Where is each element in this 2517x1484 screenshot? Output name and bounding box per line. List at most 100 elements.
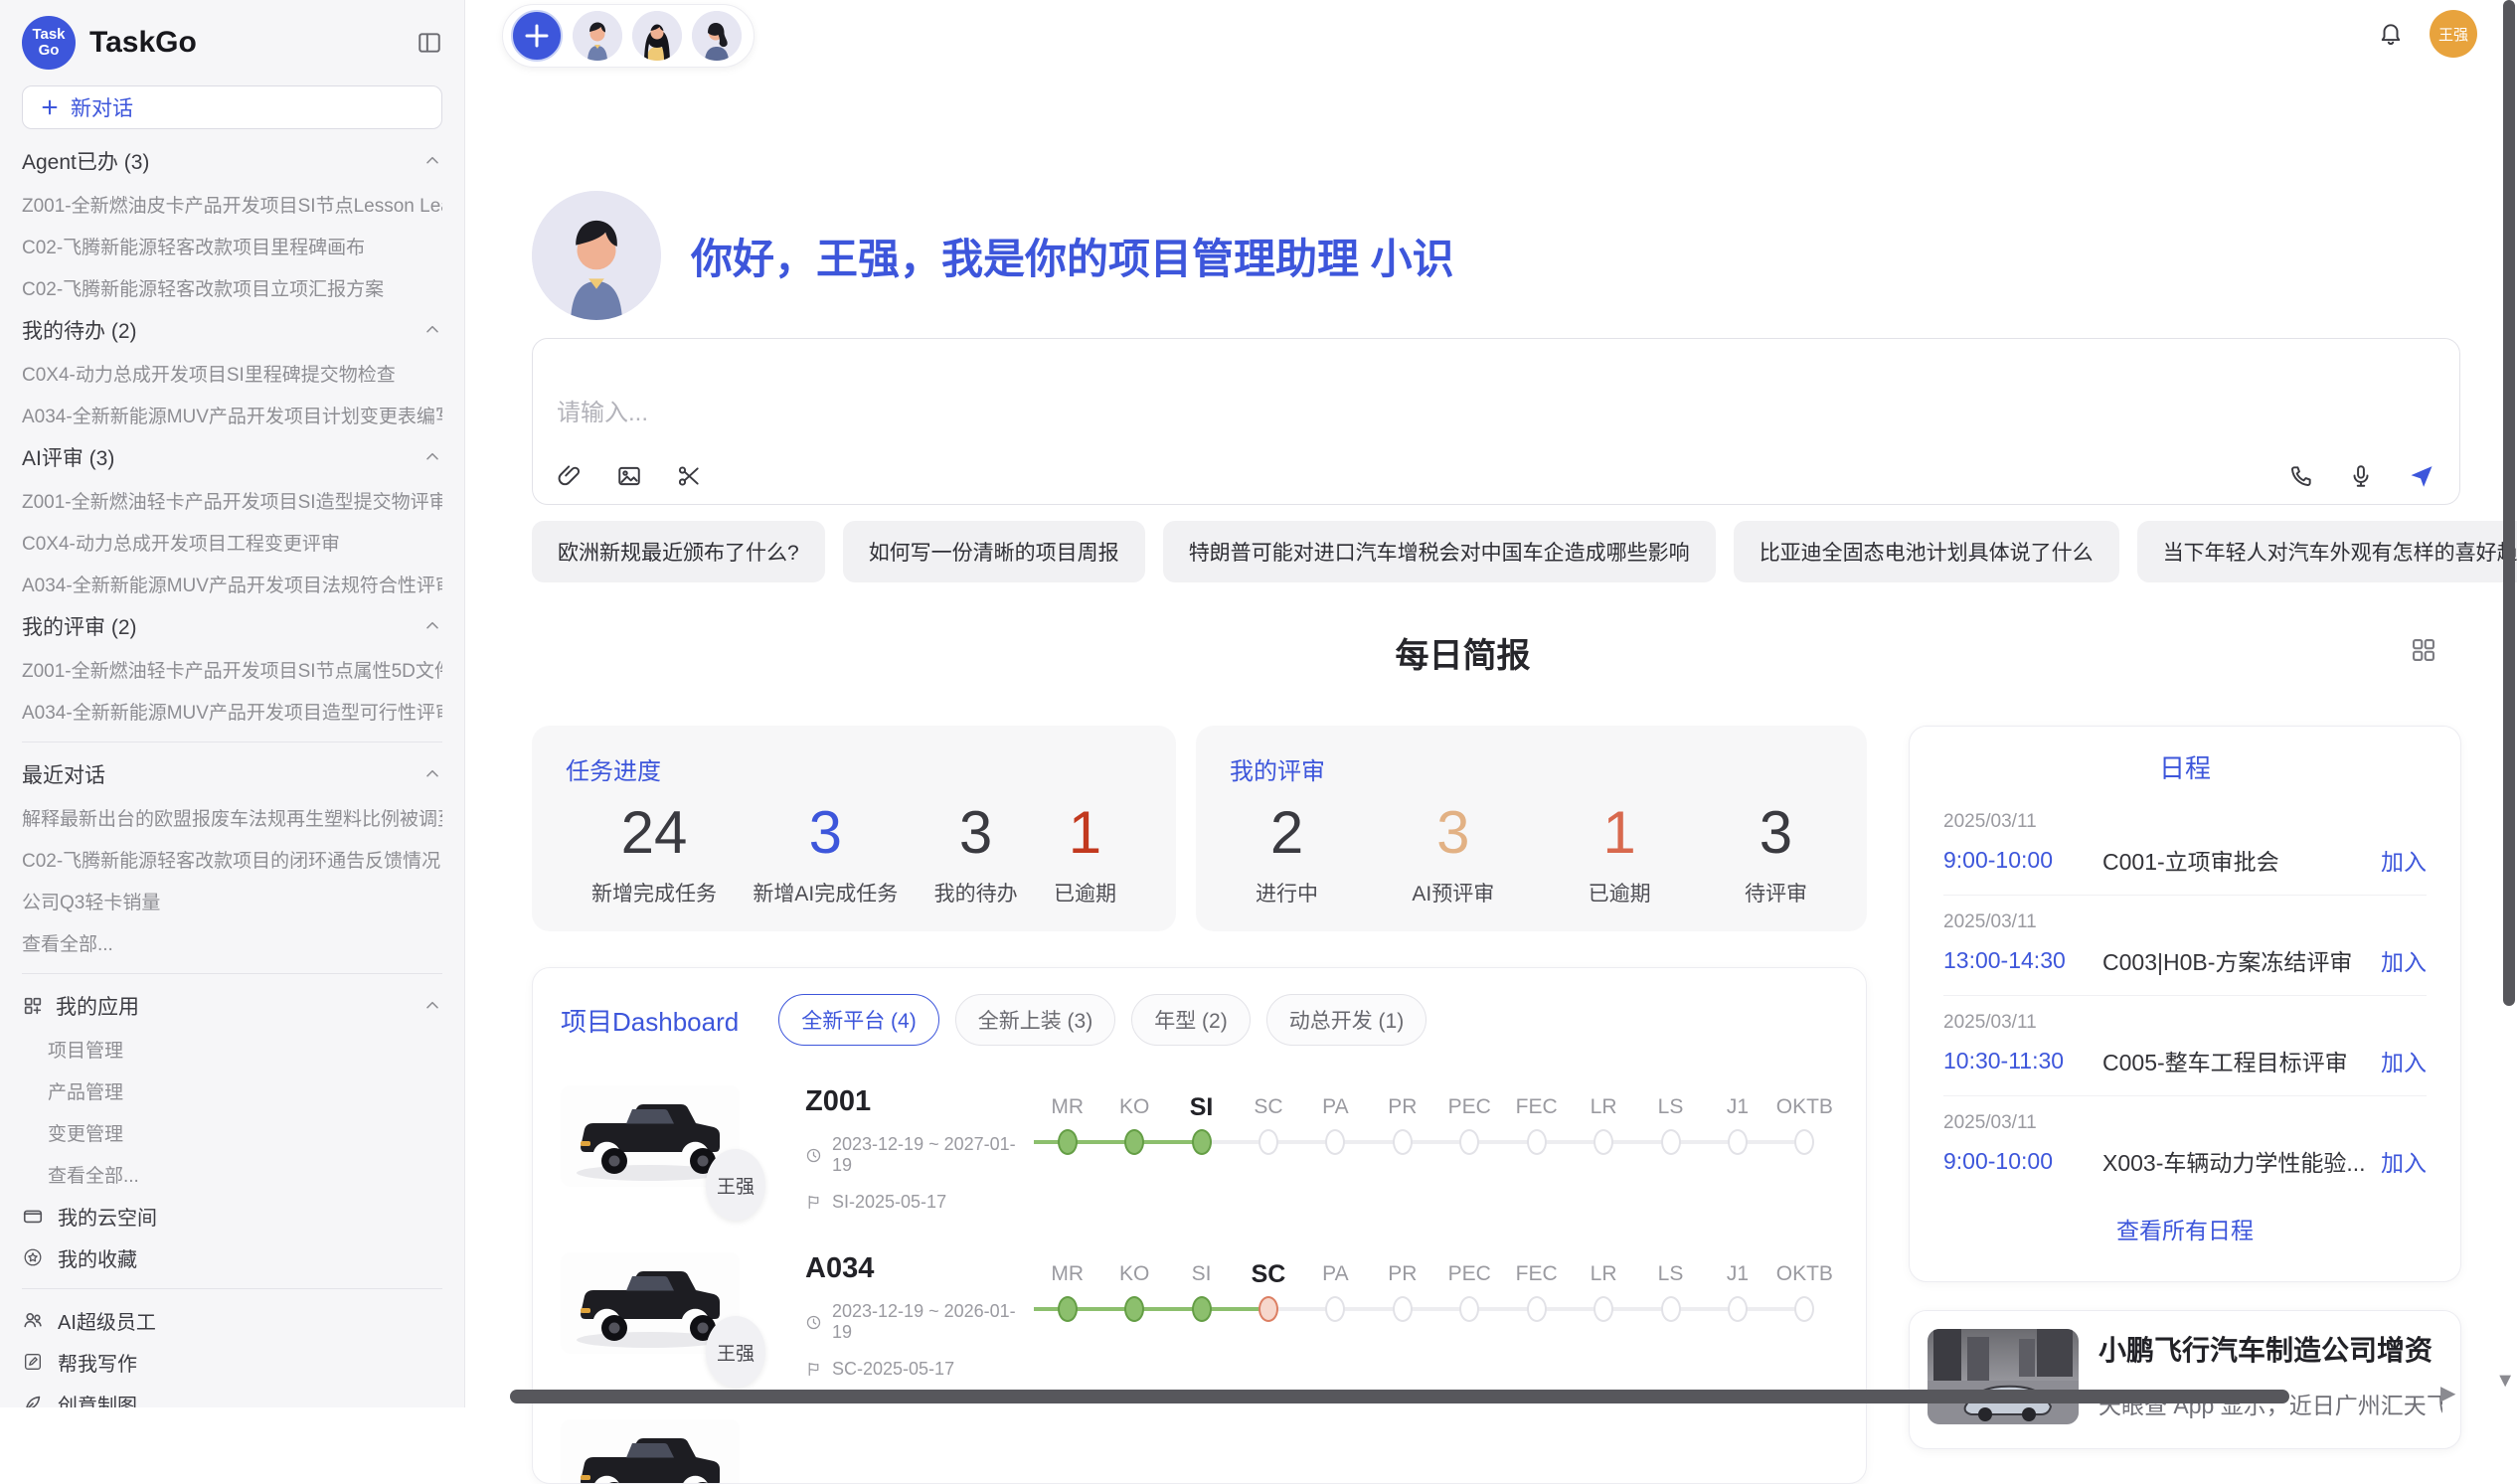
section-title: AI评审 (3) <box>22 442 114 472</box>
recent-chat-item[interactable]: 公司Q3轻卡销量 <box>22 880 442 921</box>
news-card[interactable]: 小鹏飞行汽车制造公司增资 天眼查 App 显示，近日广州汇天飞行汽... <box>1909 1310 2461 1449</box>
suggestion-chip[interactable]: 欧洲新规最近颁布了什么? <box>532 521 825 582</box>
item-label: 创意制图 <box>58 1390 137 1408</box>
send-icon[interactable] <box>2408 462 2435 490</box>
milestone: PA <box>1302 1256 1369 1326</box>
milestone-label: J1 <box>1704 1089 1770 1125</box>
dashboard-tab[interactable]: 动总开发 (1) <box>1266 994 1427 1046</box>
sidebar-item-star-badge[interactable]: 我的收藏 <box>22 1237 442 1278</box>
milestone-label: OKTB <box>1771 1256 1838 1292</box>
scroll-right-arrow-icon[interactable]: ▶ <box>2440 1381 2455 1405</box>
sidebar-item[interactable]: Z001-全新燃油轻卡产品开发项目SI造型提交物评审 <box>22 479 442 521</box>
voice-call-icon[interactable] <box>2288 463 2314 489</box>
sidebar-section-header[interactable]: AI评审 (3) <box>22 435 442 479</box>
greeting-block: 你好，王强，我是你的项目管理助理 小识 <box>532 191 1454 320</box>
chevron-up-icon[interactable] <box>422 320 442 340</box>
collapse-sidebar-icon[interactable] <box>417 30 442 56</box>
user-avatar[interactable]: 王强 <box>2430 10 2477 58</box>
join-meeting-link[interactable]: 加入 <box>2381 943 2427 977</box>
view-all-schedule-link[interactable]: 查看所有日程 <box>1943 1196 2427 1261</box>
sidebar-item-cloud-space[interactable]: 我的云空间 <box>22 1195 442 1237</box>
insert-image-icon[interactable] <box>616 463 642 489</box>
notification-bell-icon[interactable] <box>2378 21 2404 47</box>
add-agent-button[interactable] <box>511 10 563 62</box>
project-owner-badge: 王强 <box>706 1316 765 1388</box>
sidebar-item[interactable]: Z001-全新燃油轻卡产品开发项目SI节点属性5D文件评审 <box>22 648 442 690</box>
schedule-name: X003-车辆动力学性能验... <box>2102 1144 2381 1178</box>
dashboard-tab[interactable]: 全新上装 (3) <box>955 994 1116 1046</box>
sidebar-item[interactable]: C02-飞腾新能源轻客改款项目里程碑画布 <box>22 225 442 266</box>
dashboard-tab[interactable]: 全新平台 (4) <box>778 994 939 1046</box>
stat-label: 进行中 <box>1256 878 1318 907</box>
sidebar-section-header[interactable]: 我的待办 (2) <box>22 308 442 352</box>
sidebar-section-header[interactable]: 我的评审 (2) <box>22 604 442 648</box>
suggestion-chip[interactable]: 特朗普可能对进口汽车增税会对中国车企造成哪些影响 <box>1163 521 1716 582</box>
milestone-track: MRKOSISCPAPRPECFECLRLSJ1OKTB <box>1034 1256 1838 1326</box>
milestone-label: PR <box>1369 1256 1435 1292</box>
flag-text: SI-2025-05-17 <box>832 1192 946 1213</box>
agent-avatar-3[interactable] <box>692 11 742 61</box>
recent-chat-item[interactable]: 解释最新出台的欧盟报废车法规再生塑料比例被调至15%... <box>22 796 442 838</box>
sidebar-item[interactable]: A034-全新新能源MUV产品开发项目法规符合性评审 <box>22 563 442 604</box>
recent-chats-header[interactable]: 最近对话 <box>22 752 442 796</box>
agent-avatar-1[interactable] <box>573 11 622 61</box>
attach-file-icon[interactable] <box>557 463 583 489</box>
flag-icon <box>805 1194 822 1211</box>
my-apps-header[interactable]: 我的应用 <box>22 984 442 1028</box>
chevron-up-icon[interactable] <box>422 447 442 467</box>
agent-avatar-2[interactable] <box>632 11 682 61</box>
assistant-avatar <box>532 191 661 320</box>
sidebar-item[interactable]: C0X4-动力总成开发项目SI里程碑提交物检查 <box>22 352 442 394</box>
dates-text: 2023-12-19 ~ 2026-01-19 <box>832 1301 1034 1343</box>
vertical-scrollbar[interactable] <box>2503 0 2515 1006</box>
screenshot-scissors-icon[interactable] <box>676 463 702 489</box>
app-item[interactable]: 变更管理 <box>22 1111 442 1153</box>
star-badge-icon <box>22 1246 44 1268</box>
sidebar-item[interactable]: A034-全新新能源MUV产品开发项目计划变更表编写 <box>22 394 442 435</box>
schedule-time: 13:00-14:30 <box>1943 947 2102 974</box>
app-item[interactable]: 项目管理 <box>22 1028 442 1070</box>
milestone-label: SC <box>1235 1089 1301 1125</box>
sidebar-item[interactable]: C0X4-动力总成开发项目工程变更评审 <box>22 521 442 563</box>
suggestion-chip[interactable]: 当下年轻人对汽车外观有怎样的喜好趋势 <box>2137 521 2517 582</box>
new-chat-button[interactable]: 新对话 <box>22 85 442 129</box>
sidebar-tool-item[interactable]: 帮我写作 <box>22 1341 442 1383</box>
schedule-date: 2025/03/11 <box>1943 911 2427 933</box>
stat-cell: 1已逾期 <box>1589 794 1651 907</box>
project-dates: 2023-12-19 ~ 2027-01-19 <box>805 1134 1034 1176</box>
join-meeting-link[interactable]: 加入 <box>2381 843 2427 877</box>
chevron-up-icon[interactable] <box>422 616 442 636</box>
microphone-icon[interactable] <box>2348 463 2374 489</box>
sidebar-item[interactable]: C02-飞腾新能源轻客改款项目立项汇报方案 <box>22 266 442 308</box>
sidebar-section-header[interactable]: Agent已办 (3) <box>22 139 442 183</box>
sidebar-item[interactable]: A034-全新新能源MUV产品开发项目造型可行性评审 <box>22 690 442 732</box>
view-all-apps-link[interactable]: 查看全部... <box>22 1153 442 1195</box>
section-title: Agent已办 (3) <box>22 146 149 176</box>
join-meeting-link[interactable]: 加入 <box>2381 1044 2427 1077</box>
chevron-up-icon[interactable] <box>422 151 442 171</box>
project-row[interactable]: 王强Z0012023-12-19 ~ 2027-01-19SI-2025-05-… <box>561 1085 1838 1213</box>
chevron-up-icon[interactable] <box>422 996 442 1016</box>
app-logo[interactable]: Task Go <box>22 16 76 70</box>
recent-chat-item[interactable]: C02-飞腾新能源轻客改款项目的闭环通告反馈情况 <box>22 838 442 880</box>
chevron-up-icon[interactable] <box>422 764 442 784</box>
project-row[interactable]: 王强A0342023-12-19 ~ 2026-01-19SC-2025-05-… <box>561 1252 1838 1380</box>
dashboard-tab[interactable]: 年型 (2) <box>1131 994 1251 1046</box>
milestone-label: KO <box>1100 1089 1167 1125</box>
milestone-label: PA <box>1302 1089 1369 1125</box>
sidebar-tool-item[interactable]: AI超级员工 <box>22 1299 442 1341</box>
sidebar-item[interactable]: Z001-全新燃油皮卡产品开发项目SI节点Lesson Learn报告 <box>22 183 442 225</box>
milestone-node <box>1325 1296 1345 1322</box>
scroll-down-arrow-icon[interactable]: ▼ <box>2495 1370 2515 1393</box>
sidebar-tool-item[interactable]: 创意制图 <box>22 1383 442 1407</box>
suggestion-chip[interactable]: 比亚迪全固态电池计划具体说了什么 <box>1734 521 2119 582</box>
horizontal-scrollbar[interactable] <box>510 1390 2289 1403</box>
apps-grid-icon <box>22 995 44 1017</box>
flag-text: SC-2025-05-17 <box>832 1359 954 1380</box>
view-all-chats-link[interactable]: 查看全部... <box>22 921 442 963</box>
layout-grid-icon[interactable] <box>2410 636 2437 664</box>
join-meeting-link[interactable]: 加入 <box>2381 1144 2427 1178</box>
chat-composer[interactable]: 请输入... <box>532 338 2460 505</box>
app-item[interactable]: 产品管理 <box>22 1070 442 1111</box>
suggestion-chip[interactable]: 如何写一份清晰的项目周报 <box>843 521 1145 582</box>
